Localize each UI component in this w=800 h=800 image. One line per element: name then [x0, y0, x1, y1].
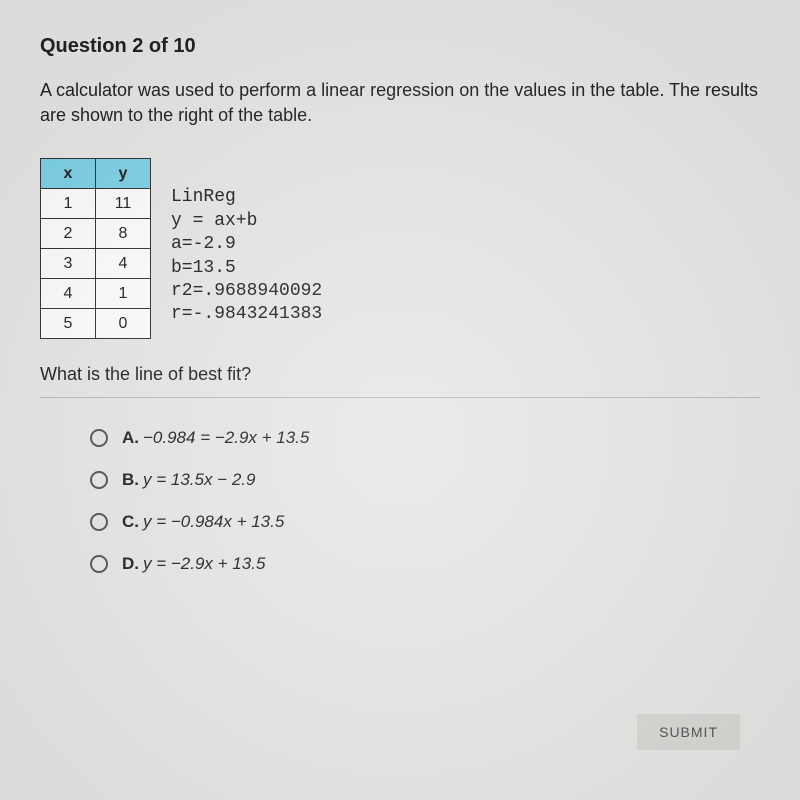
- option-label: C.y = −0.984x + 13.5: [122, 512, 284, 532]
- cell: 4: [96, 249, 151, 279]
- linreg-line: y = ax+b: [171, 211, 257, 231]
- question-prompt: A calculator was used to perform a linea…: [40, 78, 760, 128]
- table-row: 50: [41, 309, 151, 339]
- radio-icon: [90, 555, 108, 573]
- table-row: 41: [41, 279, 151, 309]
- data-table: x y 111 28 34 41 50: [40, 158, 151, 339]
- option-label: A.−0.984 = −2.9x + 13.5: [122, 428, 309, 448]
- cell: 1: [96, 279, 151, 309]
- linreg-title: LinReg: [171, 187, 236, 207]
- linreg-line: a=-2.9: [171, 234, 236, 254]
- divider: [40, 397, 760, 398]
- question-header: Question 2 of 10: [40, 35, 760, 58]
- cell: 11: [96, 189, 151, 219]
- content-row: x y 111 28 34 41 50 LinReg y = ax+b a=-2…: [40, 158, 760, 339]
- table-row: 111: [41, 189, 151, 219]
- linreg-line: r2=.9688940092: [171, 281, 322, 301]
- cell: 4: [41, 279, 96, 309]
- cell: 0: [96, 309, 151, 339]
- option-label: B.y = 13.5x − 2.9: [122, 470, 255, 490]
- cell: 5: [41, 309, 96, 339]
- options-list: A.−0.984 = −2.9x + 13.5 B.y = 13.5x − 2.…: [90, 428, 760, 574]
- option-b[interactable]: B.y = 13.5x − 2.9: [90, 470, 760, 490]
- linreg-line: r=-.9843241383: [171, 304, 322, 324]
- table-header-x: x: [41, 159, 96, 189]
- table-header-y: y: [96, 159, 151, 189]
- table-row: 34: [41, 249, 151, 279]
- option-a[interactable]: A.−0.984 = −2.9x + 13.5: [90, 428, 760, 448]
- radio-icon: [90, 471, 108, 489]
- option-label: D.y = −2.9x + 13.5: [122, 554, 265, 574]
- option-c[interactable]: C.y = −0.984x + 13.5: [90, 512, 760, 532]
- cell: 3: [41, 249, 96, 279]
- option-d[interactable]: D.y = −2.9x + 13.5: [90, 554, 760, 574]
- radio-icon: [90, 513, 108, 531]
- cell: 1: [41, 189, 96, 219]
- subquestion: What is the line of best fit?: [40, 364, 760, 385]
- linreg-line: b=13.5: [171, 258, 236, 278]
- cell: 2: [41, 219, 96, 249]
- radio-icon: [90, 429, 108, 447]
- linreg-output: LinReg y = ax+b a=-2.9 b=13.5 r2=.968894…: [171, 186, 322, 326]
- cell: 8: [96, 219, 151, 249]
- submit-button[interactable]: SUBMIT: [637, 714, 740, 750]
- table-row: 28: [41, 219, 151, 249]
